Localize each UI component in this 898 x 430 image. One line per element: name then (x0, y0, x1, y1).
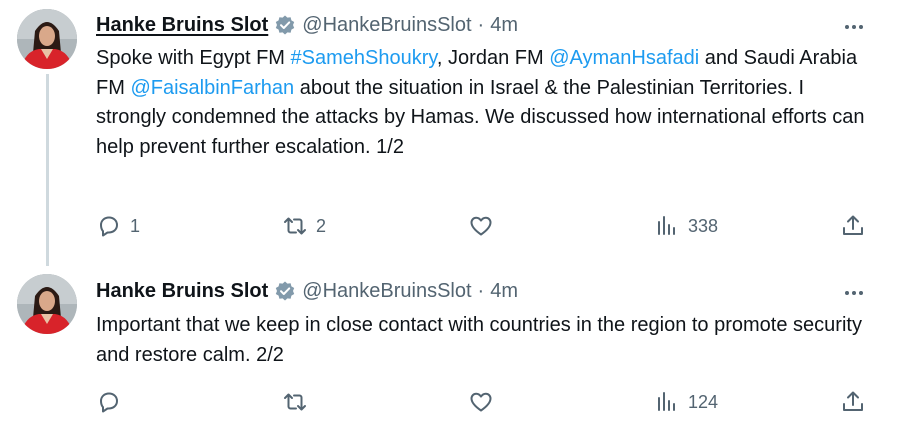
retweet-count: 2 (316, 215, 327, 236)
hashtag-link[interactable]: #SamehShoukry (291, 47, 437, 69)
views-icon (658, 392, 675, 411)
more-icon[interactable] (843, 16, 865, 38)
text-part: Spoke with Egypt FM (96, 47, 291, 69)
mention-link[interactable]: @FaisalbinFarhan (130, 77, 294, 99)
author-handle[interactable]: @HankeBruinsSlot (302, 14, 471, 37)
share-button[interactable] (840, 213, 866, 239)
author-name[interactable]: Hanke Bruins Slot (96, 280, 268, 303)
share-icon (843, 391, 863, 411)
reply-button[interactable]: 1 (96, 213, 140, 239)
tweet[interactable]: Hanke Bruins Slot @HankeBruinsSlot · 4m … (0, 265, 898, 430)
author-name[interactable]: Hanke Bruins Slot (96, 14, 268, 37)
verified-badge-icon[interactable] (274, 14, 296, 36)
reply-button[interactable] (96, 389, 130, 415)
views-count: 338 (688, 215, 719, 236)
like-icon (470, 216, 492, 236)
reply-count: 1 (130, 215, 141, 236)
action-bar: 124 (96, 389, 876, 415)
text-part: Important that we keep in close contact … (96, 314, 862, 366)
retweet-button[interactable] (282, 389, 316, 415)
retweet-icon (284, 217, 306, 235)
share-icon (843, 215, 863, 235)
timestamp[interactable]: 4m (490, 14, 518, 37)
avatar[interactable] (17, 274, 77, 334)
views-button[interactable]: 124 (654, 389, 718, 415)
retweet-icon (284, 393, 306, 411)
views-count: 124 (688, 391, 719, 412)
avatar[interactable] (17, 9, 77, 69)
mention-link[interactable]: @AymanHsafadi (549, 47, 699, 69)
like-button[interactable] (468, 389, 502, 415)
separator-dot: · (477, 279, 485, 302)
action-bar: 1 2 338 (96, 213, 876, 239)
share-button[interactable] (840, 389, 866, 415)
tweet-header: Hanke Bruins Slot @HankeBruinsSlot · 4m (96, 11, 518, 39)
reply-icon (100, 392, 118, 413)
views-button[interactable]: 338 (654, 213, 718, 239)
tweet-text: Important that we keep in close contact … (96, 311, 866, 370)
like-button[interactable] (468, 213, 502, 239)
timestamp[interactable]: 4m (490, 280, 518, 303)
verified-badge-icon[interactable] (274, 280, 296, 302)
like-icon (470, 392, 492, 412)
retweet-button[interactable]: 2 (282, 213, 326, 239)
views-icon (658, 216, 675, 235)
author-handle[interactable]: @HankeBruinsSlot (302, 280, 471, 303)
thread-line (46, 74, 49, 266)
more-icon[interactable] (843, 282, 865, 304)
reply-icon (100, 216, 118, 237)
separator-dot: · (477, 13, 485, 36)
tweet[interactable]: Hanke Bruins Slot @HankeBruinsSlot · 4m … (0, 0, 898, 266)
tweet-text: Spoke with Egypt FM #SamehShoukry, Jorda… (96, 44, 866, 162)
tweet-header: Hanke Bruins Slot @HankeBruinsSlot · 4m (96, 277, 518, 305)
text-part: , Jordan FM (436, 47, 550, 69)
